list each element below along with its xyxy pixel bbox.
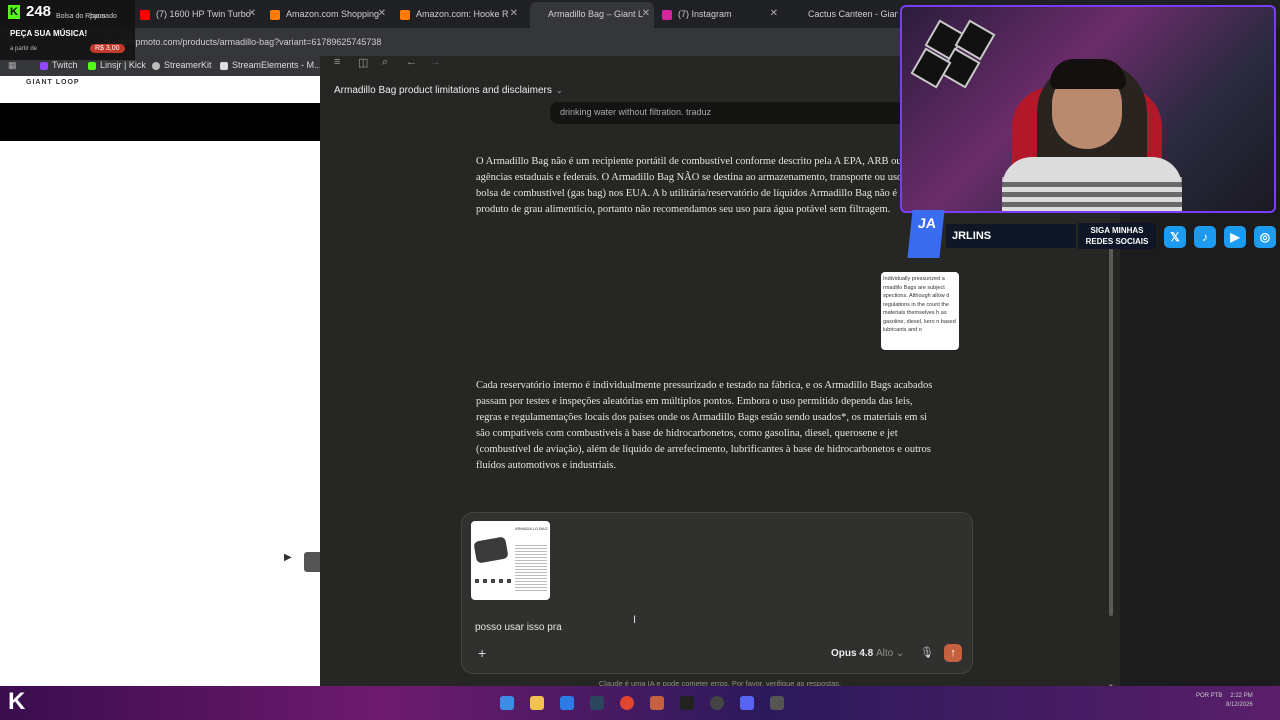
scrollbar[interactable] xyxy=(1109,240,1113,616)
obs-icon[interactable] xyxy=(710,696,724,710)
model-selector[interactable]: Opus 4.8 xyxy=(831,648,873,659)
steam-icon[interactable] xyxy=(590,696,604,710)
arrow-up-icon: ↑ xyxy=(950,647,956,659)
conversation-title[interactable]: Armadillo Bag product limitations and di… xyxy=(334,85,563,96)
site-banner xyxy=(0,103,320,141)
youtube-icon: ▶ xyxy=(1224,226,1246,248)
bookmark-twitch[interactable]: Twitch xyxy=(40,60,78,70)
kick-icon xyxy=(88,61,96,70)
viewer-count: 248 xyxy=(26,3,52,20)
search-icon[interactable]: ⌕ xyxy=(382,56,388,69)
kick-logo-icon: K xyxy=(8,5,20,19)
terminal-icon[interactable] xyxy=(680,696,694,710)
sidebar-toggle-icon[interactable]: ◫ xyxy=(358,56,368,69)
windows-start-icon[interactable] xyxy=(500,696,514,710)
price-badge: R$ 3,00 xyxy=(90,44,125,53)
channel-name: JRLINS xyxy=(946,224,1076,248)
close-icon[interactable]: ✕ xyxy=(510,4,518,24)
close-icon[interactable]: ✕ xyxy=(378,4,386,24)
instagram-icon: ◎ xyxy=(1254,226,1276,248)
tiktok-icon: ♪ xyxy=(1194,226,1216,248)
tab-cactus-canteen[interactable]: Cactus Canteen - Gian xyxy=(808,4,898,24)
discord-icon[interactable] xyxy=(740,696,754,710)
chevron-down-icon: ⌄ xyxy=(896,648,905,659)
prompt-input[interactable]: posso usar isso pra xyxy=(475,622,562,633)
streamelements-icon xyxy=(220,61,228,70)
webcam-overlay xyxy=(900,5,1276,213)
file-explorer-icon[interactable] xyxy=(530,696,544,710)
jacket-stripes xyxy=(1002,177,1182,211)
twitch-icon xyxy=(40,61,48,70)
attachment-header: ARMADILLO BAG xyxy=(515,526,548,531)
product-image[interactable] xyxy=(304,552,320,572)
windows-taskbar: K POR PTB 2:22 PM 8/12/2026 xyxy=(0,686,1280,720)
streamerkit-icon xyxy=(152,61,160,70)
price-prefix: a partir de xyxy=(10,46,38,52)
follow-prompt: SIGA MINHAS REDES SOCIAIS xyxy=(1078,223,1156,249)
close-icon[interactable]: ✕ xyxy=(248,4,256,24)
song-request-title: PEÇA SUA MÚSICA! xyxy=(10,29,88,38)
response-paragraph: Cada reservatório interno é individualme… xyxy=(476,380,933,471)
tab-armadillo-bag[interactable]: Armadillo Bag – Giant L ✕ xyxy=(530,2,654,28)
tab-instagram[interactable]: (7) Instagram ✕ xyxy=(662,4,782,24)
previous-user-message: drinking water without filtration. tradu… xyxy=(550,102,910,124)
response-paragraph: O Armadillo Bag não é um recipiente port… xyxy=(476,156,930,215)
forward-arrow-icon[interactable]: → xyxy=(430,56,441,68)
attachment-text-lines xyxy=(515,543,547,593)
bag-image xyxy=(473,536,509,564)
close-icon[interactable]: ✕ xyxy=(770,4,778,24)
bookmark-streamerkit[interactable]: StreamerKit xyxy=(152,60,212,70)
input-language[interactable]: POR PTB xyxy=(1196,692,1222,701)
attachment-thumbnail[interactable]: ARMADILLO BAG xyxy=(471,521,550,600)
apps-grid-icon[interactable]: ▦ xyxy=(8,60,17,71)
system-clock[interactable]: 2:22 PM 8/12/2026 xyxy=(1226,692,1253,710)
streamer-hair xyxy=(1050,59,1126,89)
bookmark-streamelements[interactable]: StreamElements - M... xyxy=(220,60,322,70)
effort-selector[interactable]: Alto ⌄ xyxy=(876,648,904,659)
add-attachment-button[interactable]: + xyxy=(478,645,486,661)
text-cursor-icon: I xyxy=(633,614,637,626)
edge-icon[interactable] xyxy=(560,696,574,710)
amazon-icon xyxy=(270,9,280,20)
tab-amazon-hooke[interactable]: Amazon.com: Hooke R ✕ xyxy=(400,4,522,24)
close-icon[interactable]: ✕ xyxy=(642,2,650,26)
x-icon: 𝕏 xyxy=(1164,226,1186,248)
kick-alert-overlay: K 248 Bolsa do Rhyno pausado PEÇA SUA MÚ… xyxy=(0,0,135,60)
send-button[interactable]: ↑ xyxy=(944,644,962,662)
tab-youtube[interactable]: (7) 1600 HP Twin Turbo ✕ xyxy=(140,4,260,24)
site-logo[interactable]: GIANT LOOP xyxy=(26,79,80,86)
attachment-product-row xyxy=(475,579,511,583)
microphone-icon[interactable]: 🎙 xyxy=(920,646,934,659)
menu-icon[interactable]: ≡ xyxy=(334,56,340,68)
bookmark-kick[interactable]: Linsjr | Kick xyxy=(88,60,146,70)
calculator-icon[interactable] xyxy=(770,696,784,710)
back-arrow-icon[interactable]: ← xyxy=(406,56,417,68)
amazon-icon xyxy=(400,9,410,20)
address-bar: giantloopmoto.com/products/armadillo-bag… xyxy=(0,28,900,56)
attached-image-thumbnail[interactable]: Individually pressurized a rmadillo Bags… xyxy=(881,272,959,350)
claude-icon[interactable] xyxy=(650,696,664,710)
playback-status: pausado xyxy=(90,13,117,20)
social-banner: JA JRLINS SIGA MINHAS REDES SOCIAIS 𝕏 ♪ … xyxy=(900,210,1280,258)
url-field[interactable]: giantloopmoto.com/products/armadillo-bag… xyxy=(104,37,381,47)
chevron-down-icon: ⌄ xyxy=(555,86,563,95)
carousel-arrow-icon[interactable]: ▶ xyxy=(284,552,292,563)
youtube-icon xyxy=(140,9,150,20)
chrome-icon[interactable] xyxy=(620,696,634,710)
tab-amazon-shopping[interactable]: Amazon.com Shopping ✕ xyxy=(270,4,390,24)
channel-logo: JA xyxy=(907,210,945,258)
message-composer[interactable]: ARMADILLO BAG posso usar isso pra + Opus… xyxy=(461,512,973,674)
kick-watermark-icon: K xyxy=(8,688,26,715)
giant-loop-website: GIANT LOOP ▶ xyxy=(0,76,320,686)
instagram-icon xyxy=(662,9,672,20)
